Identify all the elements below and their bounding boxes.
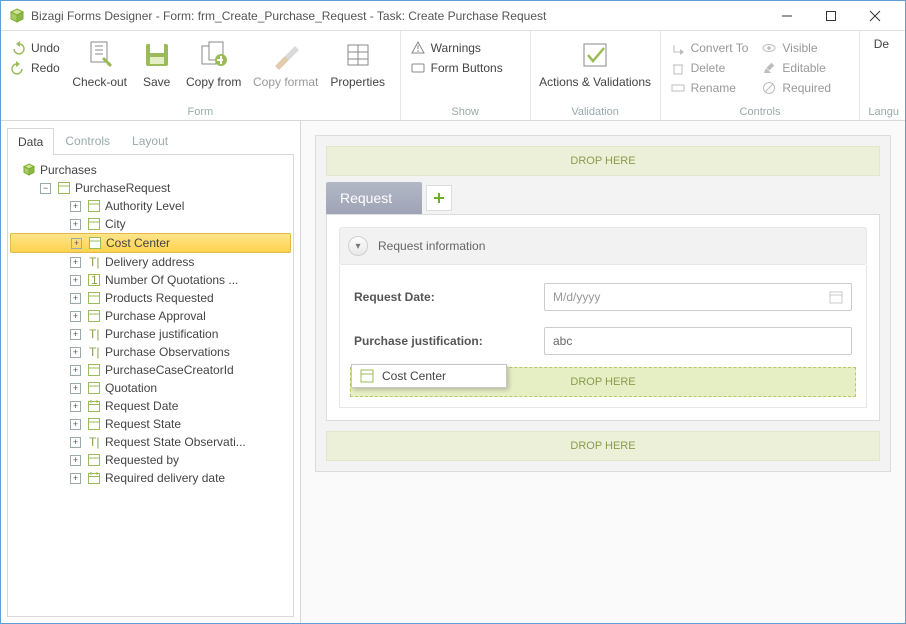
checkout-button[interactable]: Check-out bbox=[70, 35, 130, 89]
drop-zone-top[interactable]: DROP HERE bbox=[326, 146, 880, 176]
required-icon bbox=[762, 81, 776, 95]
svg-text:T|: T| bbox=[89, 255, 99, 269]
required-button[interactable]: Required bbox=[758, 79, 835, 97]
section-header[interactable]: ▾ Request information bbox=[339, 227, 867, 265]
form-tab-request[interactable]: Request bbox=[326, 182, 422, 214]
svg-text:T|: T| bbox=[89, 327, 99, 341]
tree-item[interactable]: +Cost Center bbox=[10, 233, 291, 253]
svg-text:1: 1 bbox=[91, 273, 98, 287]
ribbon-group-validation: Validation bbox=[537, 104, 654, 120]
entity-icon bbox=[360, 369, 374, 383]
tree-item[interactable]: +Authority Level bbox=[10, 197, 291, 215]
delete-button[interactable]: Delete bbox=[667, 59, 753, 77]
tree-item[interactable]: +T|Request State Observati... bbox=[10, 433, 291, 451]
side-tabs: Data Controls Layout bbox=[7, 127, 294, 155]
copy-format-button[interactable]: Copy format bbox=[250, 35, 322, 89]
ribbon-group-show: Show bbox=[407, 104, 524, 120]
rename-icon bbox=[671, 81, 685, 95]
maximize-button[interactable] bbox=[809, 2, 853, 30]
tree-item[interactable]: +Products Requested bbox=[10, 289, 291, 307]
save-button[interactable]: Save bbox=[136, 35, 178, 89]
warning-icon bbox=[411, 41, 425, 55]
form-buttons-button[interactable]: Form Buttons bbox=[407, 59, 507, 77]
undo-icon bbox=[11, 41, 25, 55]
text-input[interactable]: abc bbox=[544, 327, 852, 355]
calendar-icon[interactable] bbox=[829, 290, 843, 304]
form-buttons-icon bbox=[411, 61, 425, 75]
ribbon-group-form: Form bbox=[7, 104, 394, 120]
ribbon-group-controls: Controls bbox=[667, 104, 854, 120]
drop-zone-active[interactable]: DROP HERE Cost Center bbox=[350, 367, 856, 397]
redo-button[interactable]: Redo bbox=[7, 59, 64, 77]
warnings-button[interactable]: Warnings bbox=[407, 39, 507, 57]
undo-button[interactable]: Undo bbox=[7, 39, 64, 57]
copy-from-icon bbox=[196, 37, 232, 73]
add-tab-button[interactable] bbox=[426, 185, 452, 211]
tree-item[interactable]: +PurchaseCaseCreatorId bbox=[10, 361, 291, 379]
window-title: Bizagi Forms Designer - Form: frm_Create… bbox=[31, 9, 765, 23]
rename-button[interactable]: Rename bbox=[667, 79, 753, 97]
tree-entity[interactable]: − PurchaseRequest bbox=[10, 179, 291, 197]
svg-text:T|: T| bbox=[89, 435, 99, 449]
tree-item[interactable]: +T|Purchase Observations bbox=[10, 343, 291, 361]
section-title: Request information bbox=[378, 239, 485, 253]
brush-icon bbox=[268, 37, 304, 73]
tab-controls[interactable]: Controls bbox=[54, 127, 121, 154]
save-icon bbox=[139, 37, 175, 73]
tree-item[interactable]: +Quotation bbox=[10, 379, 291, 397]
convert-icon bbox=[671, 41, 685, 55]
tree-item[interactable]: +Purchase Approval bbox=[10, 307, 291, 325]
properties-button[interactable]: Properties bbox=[328, 35, 388, 89]
undo-label: Undo bbox=[31, 41, 60, 55]
redo-label: Redo bbox=[31, 61, 60, 75]
actions-validations-button[interactable]: Actions & Validations bbox=[537, 35, 654, 89]
eye-icon bbox=[762, 41, 776, 55]
field-request-date[interactable]: Request Date: M/d/yyyy bbox=[350, 275, 856, 319]
visible-button[interactable]: Visible bbox=[758, 39, 835, 57]
redo-icon bbox=[11, 61, 25, 75]
field-label: Request Date: bbox=[354, 290, 534, 304]
form-canvas[interactable]: DROP HERE Request ▾ Request information … bbox=[301, 121, 905, 623]
editable-button[interactable]: Editable bbox=[758, 59, 835, 77]
field-label: Purchase justification: bbox=[354, 334, 534, 348]
tab-data[interactable]: Data bbox=[7, 128, 54, 155]
tree-item[interactable]: +1Number Of Quotations ... bbox=[10, 271, 291, 289]
plus-icon bbox=[433, 192, 445, 204]
close-button[interactable] bbox=[853, 2, 897, 30]
checkout-icon bbox=[82, 37, 118, 73]
properties-icon bbox=[340, 37, 376, 73]
tree-root[interactable]: Purchases bbox=[10, 161, 291, 179]
data-tree[interactable]: Purchases− PurchaseRequest+Authority Lev… bbox=[7, 155, 294, 617]
tab-layout[interactable]: Layout bbox=[121, 127, 179, 154]
tree-item[interactable]: +City bbox=[10, 215, 291, 233]
ribbon-group-language: Langu bbox=[866, 104, 899, 120]
tree-item[interactable]: +T|Purchase justification bbox=[10, 325, 291, 343]
title-bar: Bizagi Forms Designer - Form: frm_Create… bbox=[1, 1, 905, 31]
svg-text:T|: T| bbox=[89, 345, 99, 359]
date-input[interactable]: M/d/yyyy bbox=[544, 283, 852, 311]
ribbon: Undo Redo Check-out Save Copy from Copy … bbox=[1, 31, 905, 121]
field-purchase-justification[interactable]: Purchase justification: abc bbox=[350, 319, 856, 363]
pencil-icon bbox=[762, 61, 776, 75]
tree-item[interactable]: +Requested by bbox=[10, 451, 291, 469]
side-panel: Data Controls Layout Purchases− Purchase… bbox=[1, 121, 301, 623]
check-icon bbox=[577, 37, 613, 73]
convert-to-button[interactable]: Convert To bbox=[667, 39, 753, 57]
app-logo-icon bbox=[9, 8, 25, 24]
drag-ghost: Cost Center bbox=[351, 364, 507, 388]
tree-item[interactable]: +Required delivery date bbox=[10, 469, 291, 487]
trash-icon bbox=[671, 61, 685, 75]
minimize-button[interactable] bbox=[765, 2, 809, 30]
chevron-down-icon[interactable]: ▾ bbox=[348, 236, 368, 256]
form-container: DROP HERE Request ▾ Request information … bbox=[315, 135, 891, 472]
copy-from-button[interactable]: Copy from bbox=[184, 35, 244, 89]
default-button[interactable]: De bbox=[866, 35, 896, 51]
tree-item[interactable]: +T|Delivery address bbox=[10, 253, 291, 271]
drop-zone-bottom[interactable]: DROP HERE bbox=[326, 431, 880, 461]
tree-item[interactable]: +Request State bbox=[10, 415, 291, 433]
tree-item[interactable]: +Request Date bbox=[10, 397, 291, 415]
